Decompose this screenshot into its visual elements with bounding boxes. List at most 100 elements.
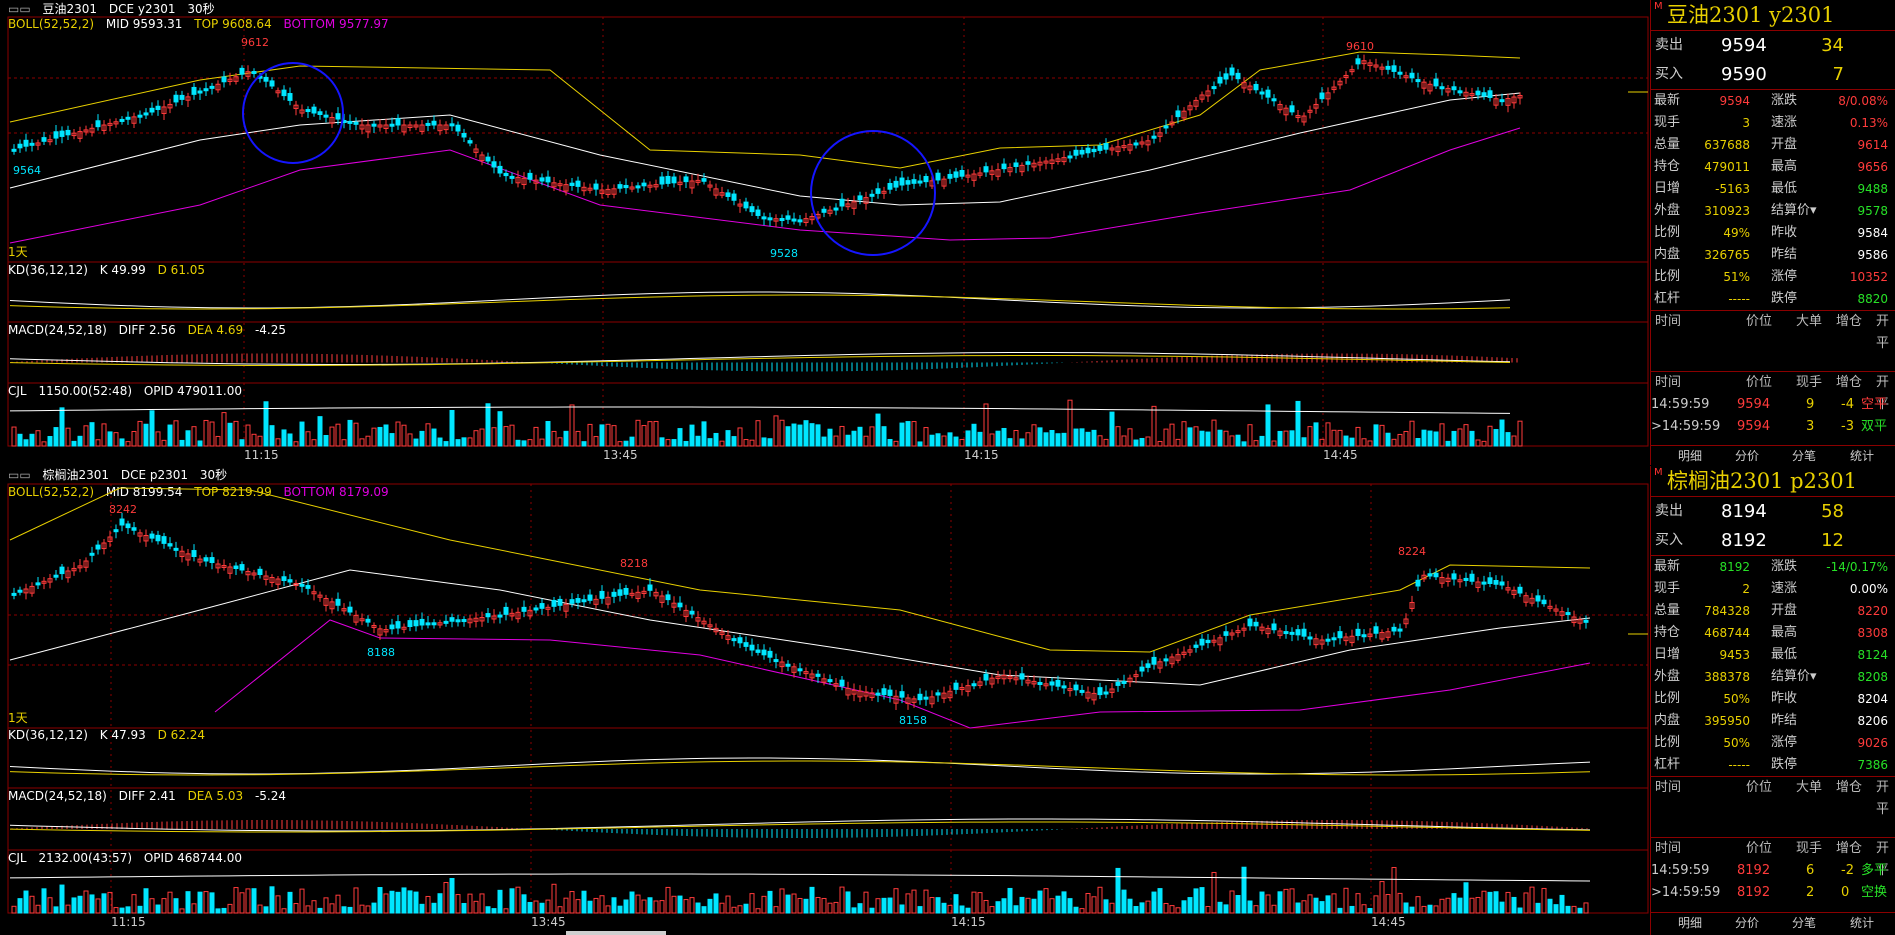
tick-type: 空换: [1861, 885, 1888, 900]
tab-0[interactable]: 明细: [1678, 447, 1702, 464]
big-order-list[interactable]: 时间 价位 大单 增仓 开平: [1651, 776, 1895, 837]
volume-bar: [1205, 431, 1211, 447]
candle: [287, 93, 293, 101]
tick-row[interactable]: >14:59:59 9594 3 -3 双平: [1651, 416, 1895, 438]
tick-list[interactable]: 时间 价位 现手 增仓 开平 14:59:59 8192 6 -2 多平 >14:59:59 819…: [1651, 837, 1895, 904]
stat-value: 8208: [1857, 670, 1888, 684]
volume-bar: [1463, 424, 1469, 447]
stat-value: 9453: [1719, 648, 1750, 662]
volume-bar: [299, 421, 305, 447]
volume-bar: [965, 907, 971, 914]
volume-bar: [1151, 891, 1157, 914]
volume-bar: [467, 893, 473, 914]
candle: [1439, 86, 1445, 90]
volume-bar: [1115, 426, 1121, 447]
candle: [1103, 691, 1109, 695]
candle: [389, 624, 395, 630]
volume-bar: [203, 891, 209, 914]
detail-tabs[interactable]: 明细 分价 分笔 统计: [1650, 912, 1895, 931]
volume-bar: [671, 895, 677, 914]
volume-bar: [521, 440, 527, 447]
volume-bar: [719, 440, 725, 447]
volume-bar: [701, 906, 707, 914]
candle: [1391, 626, 1397, 632]
volume-bar: [827, 902, 833, 914]
tab-3[interactable]: 统计: [1850, 914, 1874, 931]
tick-header: 时间 价位 现手 增仓 开平: [1651, 372, 1895, 412]
tick-row[interactable]: 14:59:59 8192 6 -2 多平: [1651, 860, 1895, 882]
volume-bar: [1013, 905, 1019, 914]
volume-bar: [731, 436, 737, 447]
tick-row[interactable]: >14:59:59 8192 2 0 空换: [1651, 882, 1895, 904]
volume-bar: [755, 420, 761, 447]
tick-change: -2: [1841, 863, 1854, 878]
opid-line: [9, 873, 1591, 882]
volume-bar: [251, 888, 257, 914]
candle: [665, 175, 671, 184]
volume-bar: [473, 900, 479, 914]
candle: [251, 71, 257, 75]
volume-bar: [1223, 904, 1229, 914]
volume-bar: [347, 906, 353, 914]
candle: [1319, 92, 1325, 100]
candle: [497, 165, 503, 174]
volume-bar: [329, 426, 335, 447]
candle: [29, 142, 35, 146]
candle: [791, 218, 797, 222]
volume-bar: [1181, 900, 1187, 914]
volume-bar: [1319, 438, 1325, 447]
volume-bar: [89, 894, 95, 914]
candle: [749, 644, 755, 651]
sell-quote[interactable]: 卖出 8194 58: [1651, 497, 1895, 526]
volume-bar: [611, 425, 617, 447]
candle: [521, 606, 527, 612]
tab-2[interactable]: 分笔: [1792, 447, 1816, 464]
candle: [1163, 125, 1169, 129]
candle: [1061, 685, 1067, 689]
volume-bar: [1499, 419, 1505, 447]
volume-bar: [203, 419, 209, 447]
candle: [983, 673, 989, 681]
volume-bar: [245, 424, 251, 447]
detail-tabs[interactable]: 明细 分价 分笔 统计: [1650, 445, 1895, 464]
buy-quote[interactable]: 买入 9590 7: [1651, 60, 1895, 90]
volume-bar: [83, 425, 89, 447]
volume-bar: [857, 903, 863, 914]
tick-list[interactable]: 时间 价位 现手 增仓 开平 14:59:59 9594 9 -4 空平 >14:59:59 959…: [1651, 371, 1895, 438]
candle: [869, 193, 875, 197]
tab-2[interactable]: 分笔: [1792, 914, 1816, 931]
volume-bar: [1541, 887, 1547, 914]
tab-1[interactable]: 分价: [1735, 914, 1759, 931]
candle: [155, 534, 161, 542]
candle: [1247, 618, 1253, 627]
candle: [839, 198, 845, 207]
buy-quote[interactable]: 买入 8192 12: [1651, 526, 1895, 556]
volume-bar: [1313, 422, 1319, 447]
volume-bar: [659, 437, 665, 447]
volume-bar: [1049, 429, 1055, 447]
tab-3[interactable]: 统计: [1850, 447, 1874, 464]
column-header: 价位: [1746, 375, 1773, 390]
tab-0[interactable]: 明细: [1678, 914, 1702, 931]
volume-bar: [575, 430, 581, 447]
boll-upper-line: [9, 487, 1591, 653]
volume-bar: [821, 897, 827, 914]
tab-1[interactable]: 分价: [1735, 447, 1759, 464]
volume-bar: [659, 900, 665, 914]
volume-bar: [1487, 891, 1493, 914]
stat-value: 8192: [1719, 560, 1750, 574]
volume-bar: [353, 422, 359, 447]
volume-bar: [875, 413, 881, 447]
big-order-list[interactable]: 时间 价位 大单 增仓 开平: [1651, 310, 1895, 371]
candle: [539, 177, 545, 182]
chart-canvas[interactable]: [0, 0, 1650, 935]
sell-quote[interactable]: 卖出 9594 34: [1651, 31, 1895, 60]
volume-bar: [11, 905, 17, 914]
tick-row[interactable]: 14:59:59 9594 9 -4 空平: [1651, 394, 1895, 416]
tick-change: -3: [1841, 419, 1854, 434]
volume-bar: [905, 421, 911, 447]
kd-d-line: [9, 294, 1511, 310]
volume-bar: [383, 424, 389, 447]
volume-bar: [1577, 907, 1583, 914]
candle: [1481, 92, 1487, 97]
